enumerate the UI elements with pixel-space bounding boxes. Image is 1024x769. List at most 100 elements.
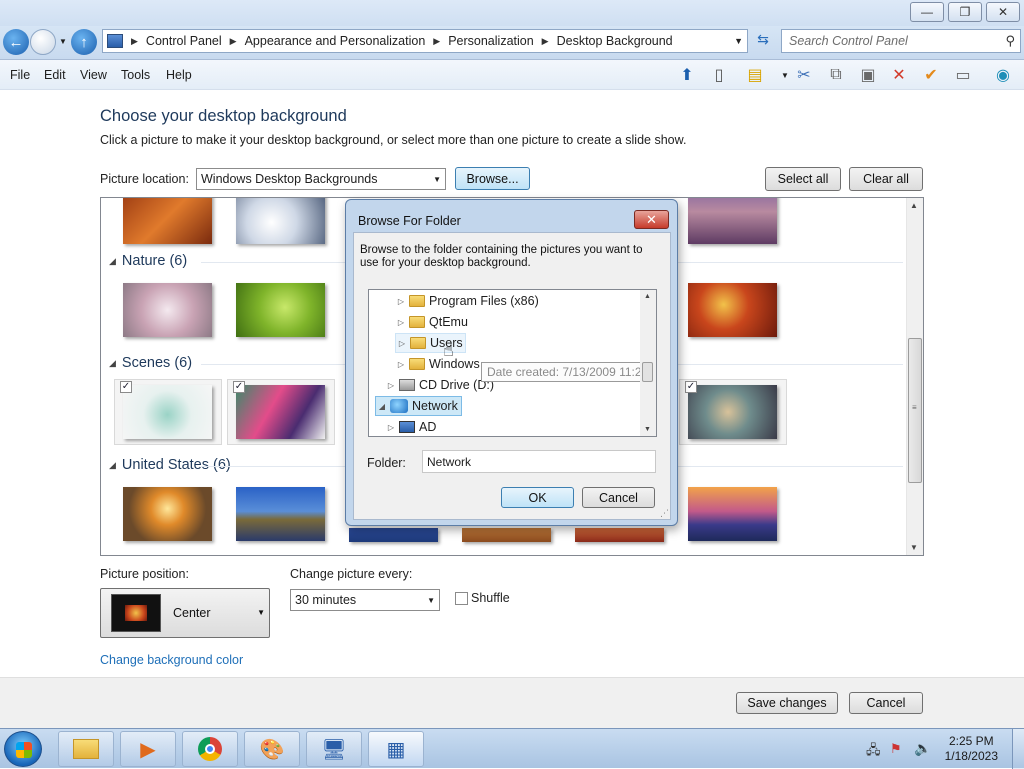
- minimize-button[interactable]: —: [910, 2, 944, 22]
- collapse-triangle-icon[interactable]: ◢: [109, 358, 116, 369]
- folder-options-icon[interactable]: ▤: [743, 64, 767, 86]
- expand-arrow-icon[interactable]: ▷: [395, 360, 407, 369]
- dialog-close-button[interactable]: ✕: [634, 210, 669, 229]
- expand-arrow-icon[interactable]: ▷: [395, 297, 407, 306]
- thumbnail-image[interactable]: [123, 283, 212, 337]
- expand-arrow-icon[interactable]: ▷: [395, 318, 407, 327]
- scroll-down-icon[interactable]: ▼: [644, 426, 651, 433]
- folder-input[interactable]: Network: [422, 450, 656, 473]
- thumbnail-image[interactable]: [236, 487, 325, 541]
- scrollbar-thumb[interactable]: [642, 362, 653, 382]
- menu-edit[interactable]: Edit: [44, 68, 66, 82]
- expand-arrow-icon[interactable]: ▷: [385, 423, 397, 432]
- clear-all-button[interactable]: Clear all: [849, 167, 923, 191]
- shuffle-checkbox[interactable]: [455, 592, 468, 605]
- properties-icon[interactable]: ▭: [951, 64, 975, 86]
- select-all-button[interactable]: Select all: [765, 167, 841, 191]
- tree-item-cd-drive[interactable]: ▷ CD Drive (D:): [385, 375, 494, 395]
- tree-item-users[interactable]: ▷ Users: [395, 333, 466, 353]
- taskbar-media-player[interactable]: ▶: [120, 731, 176, 767]
- tree-item-network[interactable]: ◢ Network: [375, 396, 462, 416]
- close-button[interactable]: ✕: [986, 2, 1020, 22]
- breadcrumb-chevron-icon[interactable]: ▶: [230, 36, 237, 47]
- thumbnail-checkbox[interactable]: ✓: [120, 381, 132, 393]
- cancel-button[interactable]: Cancel: [849, 692, 923, 714]
- change-picture-interval-select[interactable]: 30 minutes ▼: [290, 589, 440, 611]
- scroll-up-icon[interactable]: ▲: [644, 293, 651, 300]
- address-bar[interactable]: ▶ Control Panel ▶ Appearance and Persona…: [102, 29, 748, 53]
- resize-grip-icon[interactable]: ⋰: [660, 508, 669, 519]
- recent-pages-chevron-icon[interactable]: ▼: [59, 37, 67, 46]
- maximize-button[interactable]: ❐: [948, 2, 982, 22]
- menu-file[interactable]: File: [10, 68, 30, 82]
- thumbnail-image[interactable]: [123, 487, 212, 541]
- breadcrumb-control-panel[interactable]: Control Panel: [146, 34, 222, 48]
- thumbnail-image[interactable]: [236, 385, 325, 439]
- address-dropdown-icon[interactable]: ▼: [734, 36, 743, 46]
- search-icon[interactable]: ⚲: [1005, 33, 1015, 49]
- save-changes-button[interactable]: Save changes: [736, 692, 838, 714]
- taskbar-explorer[interactable]: [58, 731, 114, 767]
- thumbnail-image[interactable]: [123, 198, 212, 244]
- globe-icon[interactable]: ◉: [991, 64, 1015, 86]
- menu-help[interactable]: Help: [166, 68, 192, 82]
- breadcrumb-chevron-icon[interactable]: ▶: [542, 36, 549, 47]
- thumbnail-image[interactable]: [688, 198, 777, 244]
- back-button[interactable]: ←: [3, 29, 29, 55]
- menu-tools[interactable]: Tools: [121, 68, 150, 82]
- up-button[interactable]: ↑: [71, 29, 97, 55]
- scrollbar-thumb[interactable]: ≡: [908, 338, 922, 483]
- folder-tree[interactable]: ▷ Program Files (x86) ▷ QtEmu ▷ Users ▷ …: [368, 289, 657, 437]
- thumbnail-checkbox[interactable]: ✓: [685, 381, 697, 393]
- thumbnail-image[interactable]: [349, 528, 438, 542]
- show-desktop-button[interactable]: [1012, 729, 1024, 769]
- breadcrumb-appearance[interactable]: Appearance and Personalization: [245, 34, 426, 48]
- thumbnail-image[interactable]: [688, 385, 777, 439]
- taskbar-chrome[interactable]: [182, 731, 238, 767]
- dialog-ok-button[interactable]: OK: [501, 487, 574, 508]
- collapse-triangle-icon[interactable]: ◢: [109, 460, 116, 471]
- breadcrumb-personalization[interactable]: Personalization: [448, 34, 533, 48]
- thumbnail-image[interactable]: [688, 283, 777, 337]
- group-header-nature[interactable]: ◢ Nature (6): [109, 253, 187, 269]
- tree-item-windows[interactable]: ▷ Windows: [395, 354, 480, 374]
- thumbnail-image[interactable]: [575, 528, 664, 542]
- delete-icon[interactable]: ✕: [887, 64, 911, 86]
- thumbnail-image[interactable]: [462, 528, 551, 542]
- breadcrumb-chevron-icon[interactable]: ▶: [433, 36, 440, 47]
- tree-item-ad[interactable]: ▷ AD: [385, 417, 436, 436]
- collapse-arrow-icon[interactable]: ◢: [376, 402, 388, 411]
- tree-scrollbar[interactable]: ▲ ▼: [640, 290, 656, 436]
- taskbar-control-panel[interactable]: ▦: [368, 731, 424, 767]
- search-input[interactable]: Search Control Panel ⚲: [781, 29, 1021, 53]
- volume-icon[interactable]: 🔈: [914, 740, 931, 757]
- paste-icon[interactable]: ▣: [856, 64, 880, 86]
- forward-button[interactable]: [30, 29, 56, 55]
- taskbar-remote-desktop[interactable]: 🖥: [306, 731, 362, 767]
- browse-button[interactable]: Browse...: [455, 167, 530, 190]
- thumbnail-image[interactable]: [688, 487, 777, 541]
- system-clock[interactable]: 2:25 PM 1/18/2023: [945, 734, 998, 764]
- thumbnail-image[interactable]: [123, 385, 212, 439]
- breadcrumb-desktop-background[interactable]: Desktop Background: [557, 34, 673, 48]
- picture-location-select[interactable]: Windows Desktop Backgrounds ▼: [196, 168, 446, 190]
- expand-arrow-icon[interactable]: ▷: [385, 381, 397, 390]
- expand-arrow-icon[interactable]: ▷: [396, 339, 408, 348]
- refresh-icon[interactable]: ⇆: [752, 31, 774, 51]
- checkmark-icon[interactable]: ✔: [919, 64, 943, 86]
- menu-view[interactable]: View: [80, 68, 107, 82]
- action-center-icon[interactable]: ⚑: [890, 741, 902, 757]
- thumbnail-checkbox[interactable]: ✓: [233, 381, 245, 393]
- network-tray-icon[interactable]: 🖧: [866, 741, 881, 763]
- thumbnail-image[interactable]: [236, 198, 325, 244]
- tree-item-program-files[interactable]: ▷ Program Files (x86): [395, 291, 539, 311]
- breadcrumb-chevron-icon[interactable]: ▶: [131, 36, 138, 47]
- gallery-scrollbar[interactable]: ▲ ≡ ▼: [906, 198, 923, 555]
- scroll-down-icon[interactable]: ▼: [910, 543, 918, 552]
- group-header-scenes[interactable]: ◢ Scenes (6): [109, 355, 192, 371]
- dialog-cancel-button[interactable]: Cancel: [582, 487, 655, 508]
- folders-pane-icon[interactable]: ▯: [707, 64, 731, 86]
- group-header-united-states[interactable]: ◢ United States (6): [109, 457, 231, 473]
- thumbnail-image[interactable]: [236, 283, 325, 337]
- tree-item-qtemu[interactable]: ▷ QtEmu: [395, 312, 468, 332]
